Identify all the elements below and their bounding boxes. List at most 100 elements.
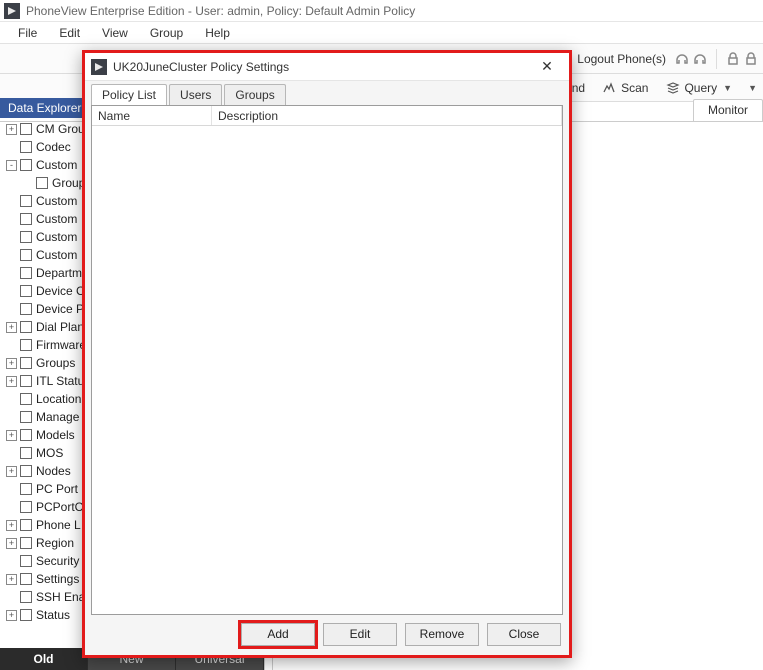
tree-node-label: Nodes [36,464,71,478]
tree-spacer [6,250,17,261]
tree-node-label: Location [36,392,81,406]
tree-node-label: Device P [36,302,84,316]
dialog-title: UK20JuneCluster Policy Settings [113,60,531,74]
tree-checkbox[interactable] [20,483,32,495]
dialog-icon [91,59,107,75]
menu-view[interactable]: View [92,24,138,42]
close-button[interactable]: Close [487,623,561,646]
dialog-tabs: Policy List Users Groups [85,81,569,105]
tree-checkbox[interactable] [20,519,32,531]
tree-checkbox[interactable] [20,339,32,351]
column-description[interactable]: Description [212,106,562,125]
scan-icon [603,81,617,95]
tree-checkbox[interactable] [20,447,32,459]
tree-checkbox[interactable] [20,195,32,207]
tree-spacer [6,232,17,243]
dialog-button-row: Add Edit Remove Close [91,615,563,649]
tab-monitor[interactable]: Monitor [693,99,763,121]
query-label: Query [684,81,717,95]
tree-node-label: Custom [36,212,77,226]
column-name[interactable]: Name [92,106,212,125]
tree-node-label: Custom [36,230,77,244]
edit-button[interactable]: Edit [323,623,397,646]
tree-node-label: SSH Ena [36,590,85,604]
menu-file[interactable]: File [8,24,47,42]
expand-icon[interactable]: + [6,574,17,585]
tree-node-label: Status [36,608,70,622]
tree-checkbox[interactable] [20,303,32,315]
tree-spacer [6,142,17,153]
headset-icon-group[interactable] [674,51,708,67]
tree-node-label: Dial Plan [36,320,84,334]
add-button[interactable]: Add [241,623,315,646]
tree-spacer [6,448,17,459]
tree-checkbox[interactable] [20,429,32,441]
query-button[interactable]: Query ▼ [662,79,736,97]
remove-button[interactable]: Remove [405,623,479,646]
tree-spacer [6,556,17,567]
tree-checkbox[interactable] [20,411,32,423]
tree-checkbox[interactable] [36,177,48,189]
menu-help[interactable]: Help [195,24,240,42]
tree-checkbox[interactable] [20,537,32,549]
policy-settings-dialog: UK20JuneCluster Policy Settings ✕ Policy… [82,50,572,658]
collapse-icon[interactable]: - [6,160,17,171]
app-icon [4,3,20,19]
tree-checkbox[interactable] [20,573,32,585]
expand-icon[interactable]: + [6,610,17,621]
scan-button[interactable]: Scan [599,79,652,97]
tree-node-label: Settings [36,572,79,586]
tab-groups[interactable]: Groups [224,84,285,105]
tree-node-label: Custom [36,158,77,172]
tree-checkbox[interactable] [20,591,32,603]
tree-checkbox[interactable] [20,267,32,279]
tree-checkbox[interactable] [20,285,32,297]
tree-checkbox[interactable] [20,321,32,333]
tree-checkbox[interactable] [20,393,32,405]
expand-icon[interactable]: + [6,466,17,477]
tree-checkbox[interactable] [20,465,32,477]
tree-node-label: Custom [36,194,77,208]
tree-checkbox[interactable] [20,609,32,621]
tree-checkbox[interactable] [20,213,32,225]
tree-checkbox[interactable] [20,159,32,171]
tab-policy-list[interactable]: Policy List [91,84,167,105]
expand-icon[interactable]: + [6,538,17,549]
chevron-down-icon: ▼ [721,83,732,93]
bottom-tab-old[interactable]: Old [0,648,88,670]
lock-icon-group[interactable] [725,51,759,67]
tree-checkbox[interactable] [20,501,32,513]
tree-checkbox[interactable] [20,123,32,135]
tree-checkbox[interactable] [20,231,32,243]
tree-spacer [6,304,17,315]
chevron-down-icon[interactable]: ▼ [746,83,757,93]
tree-checkbox[interactable] [20,375,32,387]
tree-node-label: Phone L [36,518,81,532]
tree-node-label: PC Port [36,482,78,496]
tree-spacer [6,196,17,207]
tree-checkbox[interactable] [20,555,32,567]
menu-edit[interactable]: Edit [49,24,90,42]
menu-group[interactable]: Group [140,24,193,42]
logout-phones-button[interactable]: Logout Phone(s) [556,50,670,68]
tree-node-label: Codec [36,140,71,154]
tab-users[interactable]: Users [169,84,222,105]
tree-node-label: MOS [36,446,63,460]
dialog-body: Name Description Add Edit Remove Close [85,105,569,655]
expand-icon[interactable]: + [6,124,17,135]
expand-icon[interactable]: + [6,376,17,387]
close-icon[interactable]: ✕ [531,57,563,77]
policy-list-table[interactable]: Name Description [91,105,563,615]
tree-spacer [6,592,17,603]
menu-bar: File Edit View Group Help [0,22,763,44]
expand-icon[interactable]: + [6,322,17,333]
tree-checkbox[interactable] [20,249,32,261]
tree-checkbox[interactable] [20,357,32,369]
dialog-titlebar[interactable]: UK20JuneCluster Policy Settings ✕ [85,53,569,81]
expand-icon[interactable]: + [6,358,17,369]
tree-node-label: Groups [36,356,75,370]
expand-icon[interactable]: + [6,430,17,441]
expand-icon[interactable]: + [6,520,17,531]
tree-spacer [6,286,17,297]
tree-checkbox[interactable] [20,141,32,153]
